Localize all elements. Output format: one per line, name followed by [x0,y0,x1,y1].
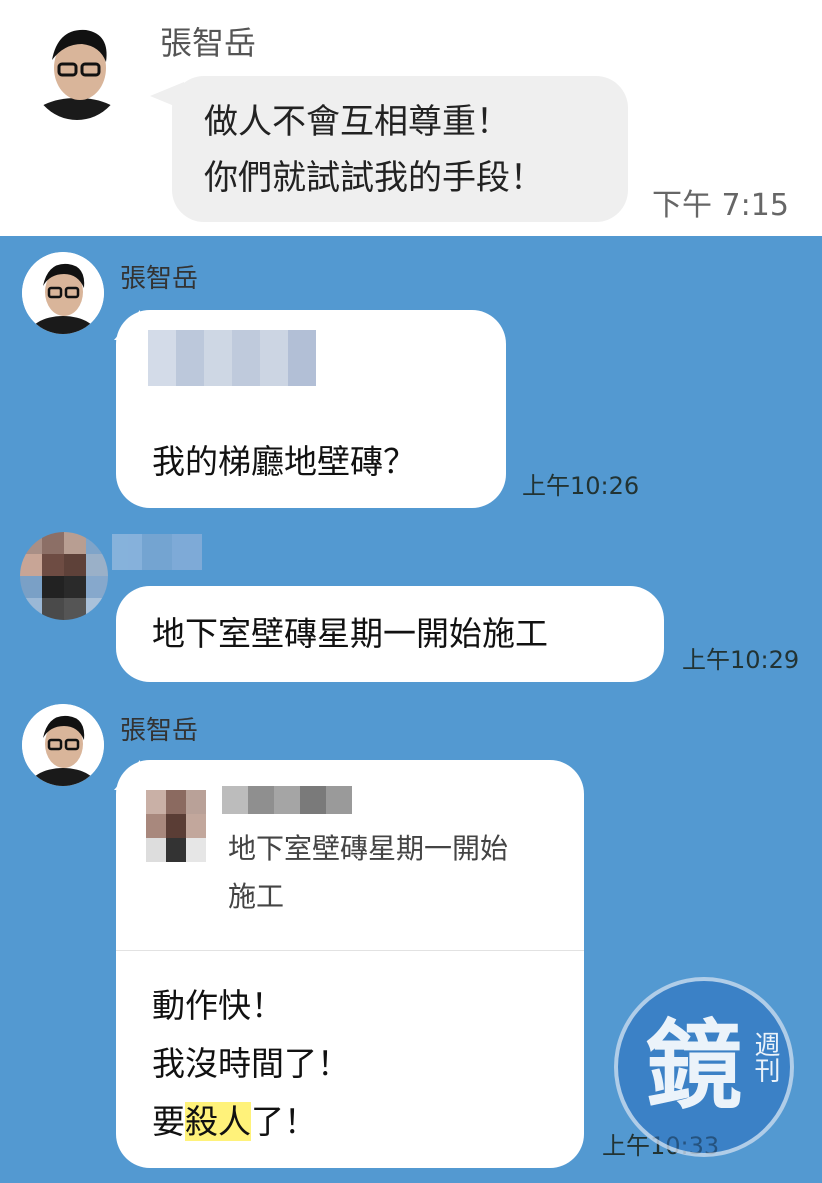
message-time: 上午10:26 [522,472,640,500]
message-bubble[interactable]: 地下室壁磚星期一開始 施工 動作快！ 我沒時間了！ 要殺人了！ [116,760,584,1168]
quote-divider [116,950,584,951]
avatar[interactable] [22,704,104,786]
message-line: 要殺人了！ [152,1094,317,1150]
message-line-suffix: 了！ [251,1102,317,1141]
message-line: 做人不會互相尊重！ [204,102,510,142]
message-bubble[interactable]: 地下室壁磚星期一開始施工 [116,586,664,682]
sender-name: 張智岳 [160,24,257,62]
highlighted-text: 殺人 [185,1102,251,1141]
top-chat-section: 張智岳 做人不會互相尊重！ 你們就試試我的手段！ 下午 7:15 [0,0,822,236]
message-time: 上午10:29 [682,646,800,674]
quoted-text-line: 施工 [228,880,285,913]
avatar[interactable] [30,20,124,120]
message-time: 下午 7:15 [652,188,789,223]
logo-main-glyph: 鏡 [646,1009,742,1122]
person-avatar-icon [22,252,104,334]
message-text: 地下室壁磚星期一開始施工 [152,614,548,653]
message-text: 我的梯廳地壁磚？ [152,442,416,481]
message-line: 我沒時間了！ [152,1044,350,1083]
person-avatar-icon [30,20,124,120]
blurred-avatar [20,532,108,620]
message-line: 你們就試試我的手段！ [204,158,544,198]
blurred-quote-name [222,786,352,814]
sender-name: 張智岳 [120,264,199,294]
message-line: 動作快！ [152,986,284,1025]
quoted-text-line: 地下室壁磚星期一開始 [228,832,509,865]
mirror-weekly-logo: 鏡 週刊 [614,977,794,1157]
message-bubble[interactable]: 做人不會互相尊重！ 你們就試試我的手段！ [172,76,628,222]
blurred-quote-avatar [146,790,206,862]
avatar[interactable] [22,252,104,334]
person-avatar-icon [22,704,104,786]
sender-name: 張智岳 [120,716,199,746]
message-line-prefix: 要 [152,1102,185,1141]
logo-side-text: 週刊 [750,1031,780,1083]
blurred-sender-name [112,534,202,570]
blurred-quote [148,330,316,386]
message-bubble[interactable]: 我的梯廳地壁磚？ [116,310,506,508]
